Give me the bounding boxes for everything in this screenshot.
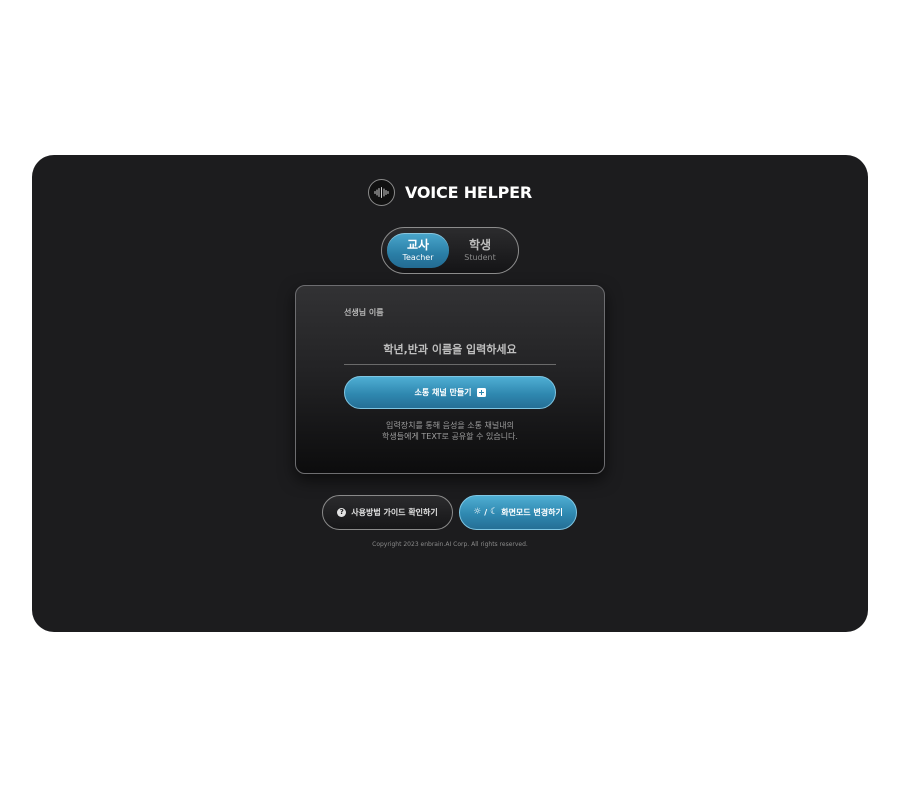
channel-description: 입력장치를 통해 음성을 소통 채널내의 학생들에게 TEXT로 공유할 수 있… — [296, 420, 604, 442]
mode-separator: / — [484, 508, 488, 517]
bottom-actions: ? 사용방법 가이드 확인하기 ☼ / ☾ 화면모드 변경하기 — [322, 495, 577, 530]
tab-student-sublabel: Student — [464, 252, 496, 262]
soundwave-icon — [368, 179, 395, 206]
brand-header: VOICE HELPER — [32, 179, 868, 206]
guide-button-label: 사용방법 가이드 확인하기 — [351, 508, 438, 517]
description-line: 입력장치를 통해 음성을 소통 채널내의 — [386, 421, 514, 430]
tab-student-label: 학생 — [468, 238, 492, 252]
sun-icon: ☼ — [473, 507, 482, 517]
tab-teacher-sublabel: Teacher — [402, 252, 434, 262]
screen-mode-label: 화면모드 변경하기 — [501, 508, 563, 517]
tab-student[interactable]: 학생 Student — [449, 233, 511, 268]
question-circle-icon: ? — [337, 508, 347, 517]
channel-form-card: 선생님 이름 소통 채널 만들기 입력장치를 통해 음성을 소통 채널내의 학생… — [295, 285, 605, 474]
description-line: 학생들에게 TEXT로 공유할 수 있습니다. — [382, 432, 518, 441]
tab-teacher[interactable]: 교사 Teacher — [387, 233, 449, 268]
screen-mode-button[interactable]: ☼ / ☾ 화면모드 변경하기 — [459, 495, 577, 530]
plus-square-icon — [476, 388, 486, 397]
create-channel-button[interactable]: 소통 채널 만들기 — [344, 376, 556, 409]
teacher-name-label: 선생님 이름 — [344, 308, 384, 317]
teacher-name-input[interactable] — [344, 335, 556, 365]
moon-icon: ☾ — [490, 507, 499, 517]
guide-button[interactable]: ? 사용방법 가이드 확인하기 — [322, 495, 453, 530]
create-channel-label: 소통 채널 만들기 — [414, 388, 472, 397]
tab-teacher-label: 교사 — [406, 238, 430, 252]
copyright-text: Copyright 2023 enbrain.AI Corp. All righ… — [372, 541, 528, 548]
app-panel: VOICE HELPER 교사 Teacher 학생 Student 선생님 이… — [32, 155, 868, 632]
role-toggle: 교사 Teacher 학생 Student — [381, 227, 519, 274]
app-title: VOICE HELPER — [405, 183, 532, 202]
